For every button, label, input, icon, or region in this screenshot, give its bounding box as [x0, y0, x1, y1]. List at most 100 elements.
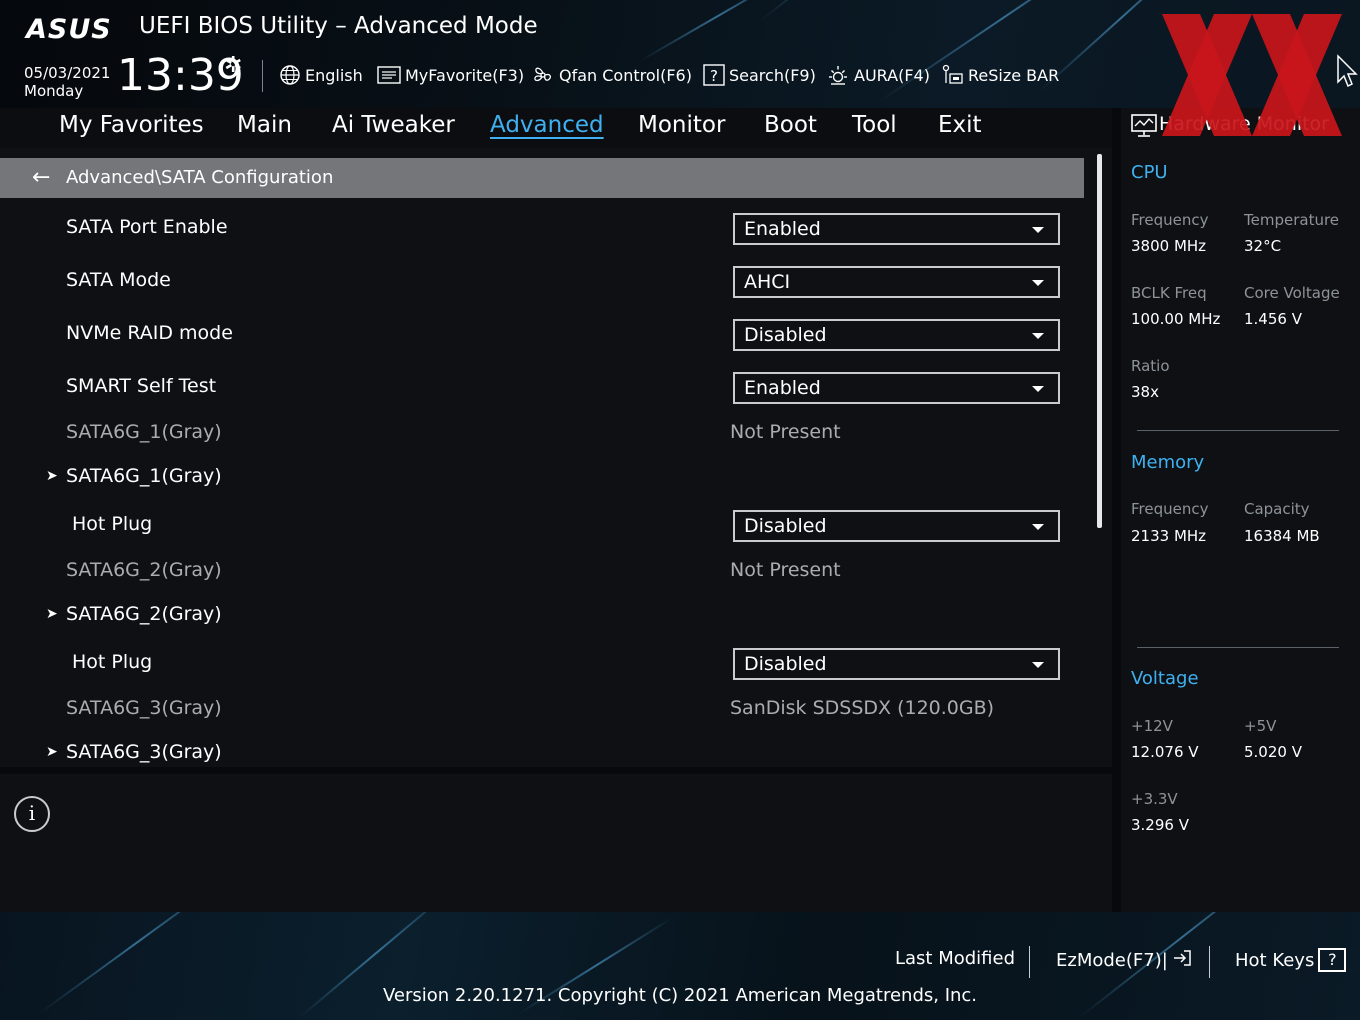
hot-plug-2-select[interactable]: Disabled — [733, 648, 1060, 680]
port-label-sata6g-1: SATA6G_1(Gray) — [66, 421, 222, 443]
resize-bar-button[interactable]: ReSize BAR — [940, 62, 1059, 88]
breadcrumb-bar: ← Advanced\SATA Configuration — [0, 158, 1084, 198]
hot-keys-label: Hot Keys — [1235, 949, 1315, 971]
tab-boot[interactable]: Boot — [764, 112, 817, 138]
submenu-sata6g-1[interactable]: SATA6G_1(Gray) — [66, 465, 222, 487]
cpu-temperature-label: Temperature — [1244, 211, 1340, 229]
smart-self-test-select[interactable]: Enabled — [733, 372, 1060, 404]
tab-my-favorites[interactable]: My Favorites — [59, 112, 204, 138]
hardware-monitor-title: Hardware Monitor — [1159, 113, 1329, 135]
cpu-section-title: CPU — [1131, 162, 1168, 183]
nvme-raid-mode-select[interactable]: Disabled — [733, 319, 1060, 351]
setting-label-nvme-raid-mode: NVMe RAID mode — [66, 322, 233, 344]
dropdown-caret-icon — [1032, 662, 1044, 668]
qfan-control-button[interactable]: Qfan Control(F6) — [531, 62, 692, 88]
port-label-sata6g-2: SATA6G_2(Gray) — [66, 559, 222, 581]
dropdown-caret-icon — [1032, 280, 1044, 286]
voltage-12v-label: +12V — [1131, 717, 1173, 735]
breadcrumb: Advanced\SATA Configuration — [66, 167, 334, 188]
sata-mode-select[interactable]: AHCI — [733, 266, 1060, 298]
myfavorite-label: MyFavorite(F3) — [405, 65, 525, 85]
cpu-temperature-value: 32°C — [1244, 237, 1282, 255]
ratio-value: 38x — [1131, 383, 1159, 401]
ezmode-label: EzMode(F7)| — [1056, 950, 1168, 971]
language-button[interactable]: English — [279, 62, 363, 88]
asus-logo: ASUS — [26, 14, 112, 45]
hot-keys-button[interactable]: Hot Keys ? — [1235, 948, 1347, 972]
hot-plug-1-select[interactable]: Disabled — [733, 510, 1060, 542]
select-value: AHCI — [744, 271, 791, 293]
settings-panel: ← Advanced\SATA Configuration SATA Port … — [0, 148, 1112, 767]
info-icon: i — [14, 796, 50, 832]
favorite-list-icon — [377, 65, 401, 85]
port-status-sata6g-2: Not Present — [730, 559, 841, 581]
day-display: Monday — [24, 82, 84, 100]
svg-text:?: ? — [710, 67, 718, 85]
cpu-frequency-value: 3800 MHz — [1131, 237, 1207, 255]
main-menu-bar: My Favorites Main Ai Tweaker Advanced Mo… — [0, 108, 1112, 148]
core-voltage-value: 1.456 V — [1244, 310, 1302, 328]
voltage-3v3-value: 3.296 V — [1131, 816, 1189, 834]
footer-divider — [1209, 946, 1210, 978]
dropdown-caret-icon — [1032, 227, 1044, 233]
submenu-sata6g-2[interactable]: SATA6G_2(Gray) — [66, 603, 222, 625]
core-voltage-label: Core Voltage — [1244, 284, 1340, 302]
aura-button[interactable]: AURA(F4) — [826, 62, 930, 88]
memory-frequency-label: Frequency — [1131, 500, 1209, 518]
back-arrow-icon[interactable]: ← — [32, 166, 50, 190]
section-divider — [1137, 430, 1339, 431]
ezmode-button[interactable]: EzMode(F7)| — [1056, 948, 1192, 973]
section-divider — [1137, 647, 1339, 648]
bclk-freq-label: BCLK Freq — [1131, 284, 1207, 302]
sata-port-enable-select[interactable]: Enabled — [733, 213, 1060, 245]
tab-tool[interactable]: Tool — [852, 112, 897, 138]
tab-exit[interactable]: Exit — [938, 112, 982, 138]
memory-section-title: Memory — [1131, 452, 1205, 473]
dropdown-caret-icon — [1032, 333, 1044, 339]
aura-light-icon — [826, 63, 850, 87]
dropdown-caret-icon — [1032, 524, 1044, 530]
hardware-monitor-panel: Hardware Monitor CPU Frequency Temperatu… — [1121, 108, 1360, 912]
search-button[interactable]: ? Search(F9) — [703, 62, 816, 88]
select-value: Disabled — [744, 515, 827, 537]
gear-icon[interactable]: ✲ — [224, 53, 242, 78]
version-copyright: Version 2.20.1271. Copyright (C) 2021 Am… — [382, 985, 978, 1006]
globe-icon — [279, 64, 301, 86]
app-title: UEFI BIOS Utility – Advanced Mode — [139, 13, 538, 39]
port-status-sata6g-1: Not Present — [730, 421, 841, 443]
voltage-5v-value: 5.020 V — [1244, 743, 1302, 761]
voltage-section-title: Voltage — [1131, 668, 1199, 689]
resize-bar-label: ReSize BAR — [968, 65, 1060, 85]
last-modified-button[interactable]: Last Modified — [895, 948, 1015, 969]
setting-label-hot-plug-2: Hot Plug — [72, 651, 153, 673]
tab-main[interactable]: Main — [237, 112, 292, 138]
aura-label: AURA(F4) — [854, 65, 930, 85]
select-value: Enabled — [744, 218, 821, 240]
submenu-sata6g-3[interactable]: SATA6G_3(Gray) — [66, 741, 222, 763]
select-value: Disabled — [744, 324, 827, 346]
monitor-icon — [1131, 114, 1157, 142]
resize-bar-icon — [940, 63, 964, 87]
tab-ai-tweaker[interactable]: Ai Tweaker — [332, 112, 455, 138]
select-value: Disabled — [744, 653, 827, 675]
expand-arrow-icon: ➤ — [46, 468, 58, 484]
settings-scrollbar[interactable] — [1097, 154, 1102, 528]
fan-icon — [531, 63, 555, 87]
tab-advanced[interactable]: Advanced — [490, 112, 604, 138]
question-mark-icon: ? — [1318, 948, 1347, 972]
help-info-panel: i — [0, 774, 1112, 912]
bclk-freq-value: 100.00 MHz — [1131, 310, 1221, 328]
cpu-frequency-label: Frequency — [1131, 211, 1209, 229]
header-divider — [262, 60, 263, 92]
tab-monitor[interactable]: Monitor — [638, 112, 725, 138]
setting-label-hot-plug-1: Hot Plug — [72, 513, 153, 535]
decorative-streak — [1039, 0, 1205, 92]
ratio-label: Ratio — [1131, 357, 1170, 375]
voltage-12v-value: 12.076 V — [1131, 743, 1199, 761]
port-status-sata6g-3: SanDisk SDSSDX (120.0GB) — [730, 697, 995, 719]
myfavorite-button[interactable]: MyFavorite(F3) — [377, 62, 524, 88]
setting-label-sata-mode: SATA Mode — [66, 269, 171, 291]
expand-arrow-icon: ➤ — [46, 606, 58, 622]
setting-label-sata-port-enable: SATA Port Enable — [66, 216, 228, 238]
select-value: Enabled — [744, 377, 821, 399]
